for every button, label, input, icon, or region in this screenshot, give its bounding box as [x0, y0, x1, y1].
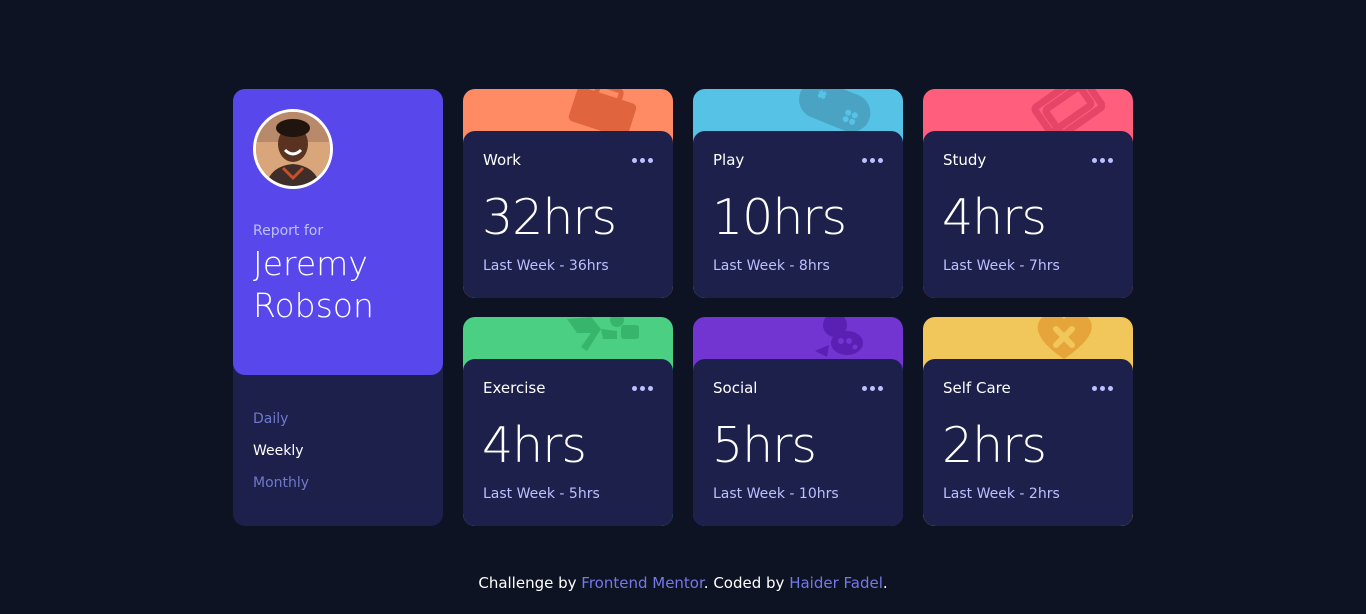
previous-hours: Last Week - 36hrs — [483, 258, 609, 274]
runner-icon — [567, 317, 639, 351]
current-hours: 5hrs — [712, 417, 817, 474]
attribution-footer: Challenge by Frontend Mentor. Coded by H… — [0, 574, 1366, 592]
current-hours: 32hrs — [482, 189, 617, 246]
frontend-mentor-link[interactable]: Frontend Mentor — [581, 574, 704, 592]
previous-hours: Last Week - 5hrs — [483, 486, 600, 502]
options-icon[interactable] — [1092, 153, 1113, 167]
footer-suffix: . — [882, 574, 888, 592]
avatar — [253, 109, 333, 189]
card-body: Work 32hrs Last Week - 36hrs — [463, 131, 673, 298]
avatar-image — [256, 112, 330, 186]
current-hours: 2hrs — [942, 417, 1047, 474]
card-exercise: Exercise 4hrs Last Week - 5hrs — [463, 317, 673, 526]
books-icon — [1031, 89, 1105, 133]
card-body: Study 4hrs Last Week - 7hrs — [923, 131, 1133, 298]
period-monthly[interactable]: Monthly — [253, 471, 309, 503]
previous-hours: Last Week - 10hrs — [713, 486, 839, 502]
card-title: Social — [713, 379, 758, 397]
profile-card: Report for Jeremy Robson Daily Weekly Mo… — [233, 89, 443, 526]
previous-hours: Last Week - 8hrs — [713, 258, 830, 274]
card-body: Play 10hrs Last Week - 8hrs — [693, 131, 903, 298]
card-work: Work 32hrs Last Week - 36hrs — [463, 89, 673, 298]
options-icon[interactable] — [862, 153, 883, 167]
card-body: Self Care 2hrs Last Week - 2hrs — [923, 359, 1133, 526]
options-icon[interactable] — [1092, 381, 1113, 395]
card-study: Study 4hrs Last Week - 7hrs — [923, 89, 1133, 298]
footer-middle: . Coded by — [703, 574, 790, 592]
time-tracking-dashboard: Report for Jeremy Robson Daily Weekly Mo… — [233, 89, 1133, 526]
previous-hours: Last Week - 7hrs — [943, 258, 1060, 274]
current-hours: 10hrs — [712, 189, 847, 246]
period-weekly[interactable]: Weekly — [253, 439, 309, 471]
options-icon[interactable] — [632, 381, 653, 395]
card-self-care: Self Care 2hrs Last Week - 2hrs — [923, 317, 1133, 526]
previous-hours: Last Week - 2hrs — [943, 486, 1060, 502]
card-title: Study — [943, 151, 987, 169]
briefcase-icon — [568, 89, 637, 133]
card-social: Social 5hrs Last Week - 10hrs — [693, 317, 903, 526]
options-icon[interactable] — [862, 381, 883, 395]
gamepad-icon — [799, 89, 871, 132]
heart-icon — [1037, 317, 1092, 359]
options-icon[interactable] — [632, 153, 653, 167]
social-icon — [815, 317, 863, 357]
period-selector: Daily Weekly Monthly — [253, 407, 309, 503]
card-title: Play — [713, 151, 745, 169]
profile-header: Report for Jeremy Robson — [233, 89, 443, 375]
period-daily[interactable]: Daily — [253, 407, 309, 439]
card-title: Exercise — [483, 379, 546, 397]
author-link[interactable]: Haider Fadel — [789, 574, 883, 592]
user-name: Jeremy Robson — [253, 244, 374, 325]
current-hours: 4hrs — [482, 417, 587, 474]
current-hours: 4hrs — [942, 189, 1047, 246]
card-title: Work — [483, 151, 521, 169]
card-body: Exercise 4hrs Last Week - 5hrs — [463, 359, 673, 526]
footer-prefix: Challenge by — [478, 574, 582, 592]
card-title: Self Care — [943, 379, 1011, 397]
report-for-label: Report for — [253, 223, 324, 239]
card-body: Social 5hrs Last Week - 10hrs — [693, 359, 903, 526]
card-play: Play 10hrs Last Week - 8hrs — [693, 89, 903, 298]
